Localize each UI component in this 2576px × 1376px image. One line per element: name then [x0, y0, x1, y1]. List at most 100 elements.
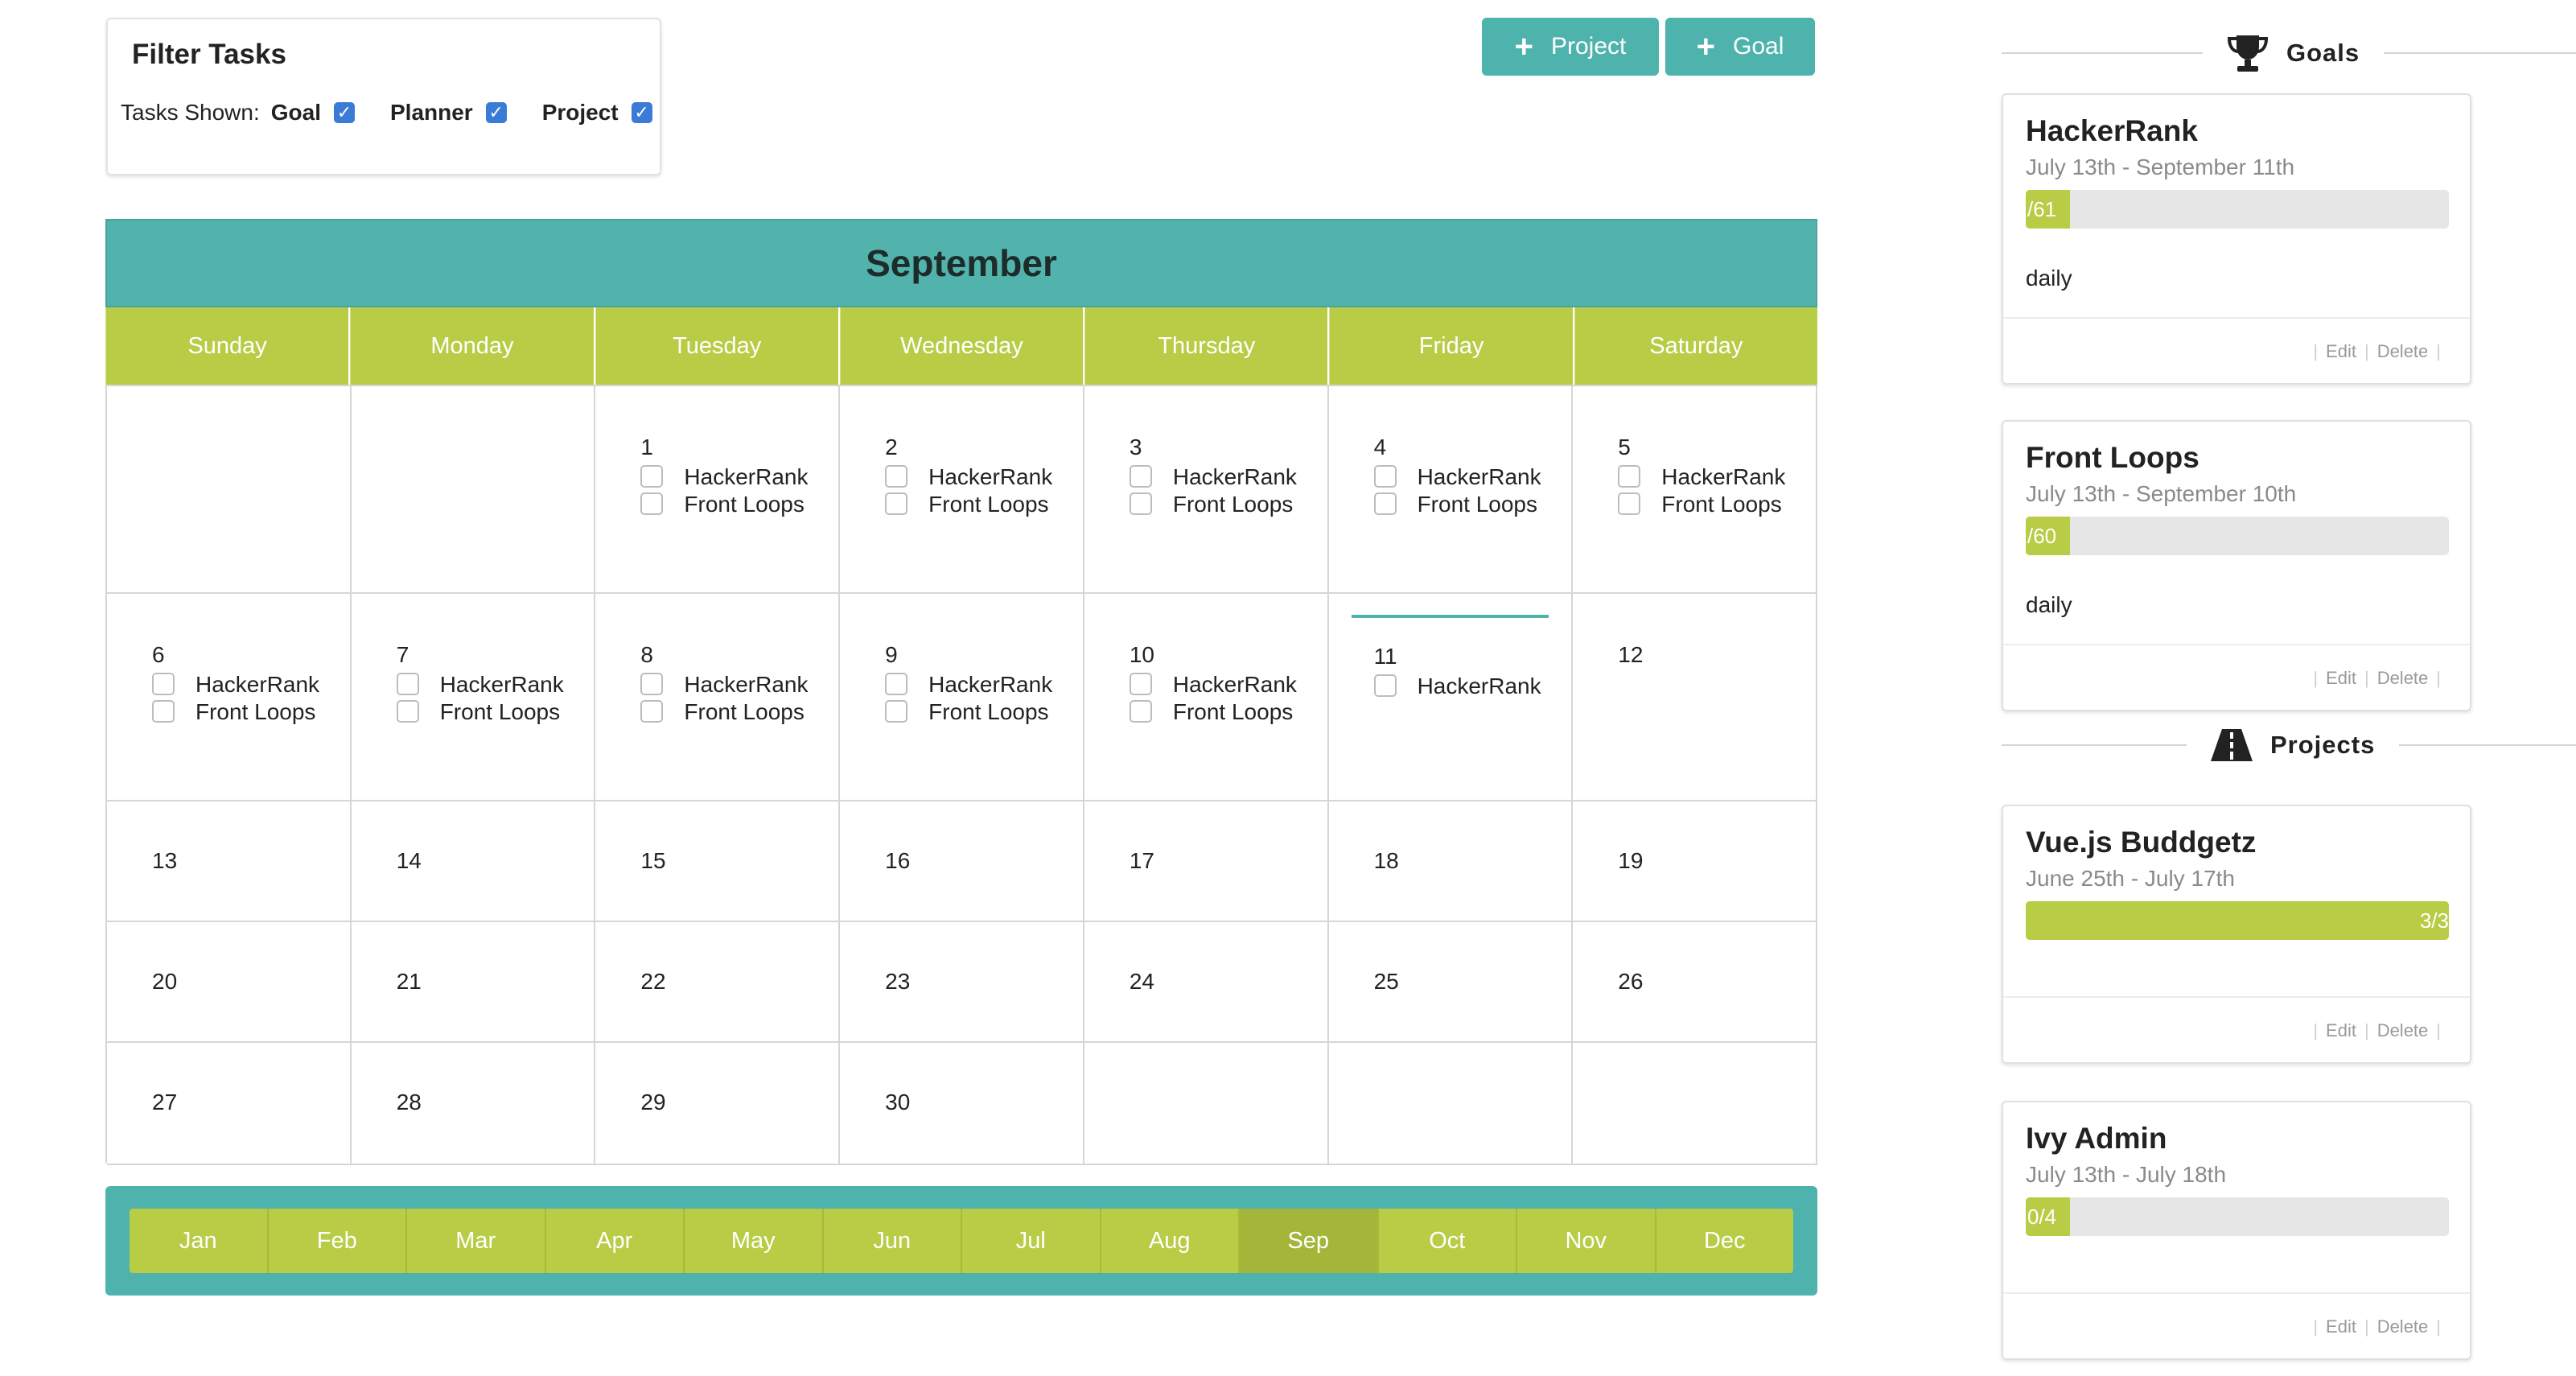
calendar-day-cell[interactable]: 20	[107, 922, 352, 1043]
calendar-day-cell[interactable]: 3 HackerRank Front Loops	[1084, 386, 1329, 594]
task-item[interactable]: HackerRank	[1373, 463, 1562, 491]
filter-goal-checkbox[interactable]: ✓	[333, 102, 355, 123]
task-item[interactable]: HackerRank	[1618, 463, 1806, 491]
calendar-day-cell[interactable]: 10 HackerRank Front Loops	[1084, 594, 1329, 801]
add-goal-button[interactable]: + Goal	[1665, 18, 1815, 76]
task-item[interactable]: Front Loops	[152, 698, 340, 726]
calendar-day-cell[interactable]: 15	[595, 801, 841, 922]
task-checkbox[interactable]	[640, 492, 664, 515]
calendar-day-cell[interactable]	[1328, 1043, 1574, 1165]
calendar-day-cell[interactable]: 28	[351, 1043, 596, 1165]
edit-button[interactable]: Edit	[2326, 668, 2356, 689]
task-checkbox[interactable]	[1129, 700, 1152, 723]
calendar-day-cell[interactable]: 11 HackerRank	[1328, 594, 1574, 801]
edit-button[interactable]: Edit	[2326, 1020, 2356, 1041]
month-button-jul[interactable]: Jul	[962, 1209, 1101, 1273]
task-item[interactable]: Front Loops	[396, 698, 585, 726]
month-button-jun[interactable]: Jun	[823, 1209, 962, 1273]
calendar-day-cell[interactable]: 9 HackerRank Front Loops	[840, 594, 1084, 801]
task-checkbox[interactable]	[885, 492, 908, 515]
task-item[interactable]: HackerRank	[1373, 673, 1562, 700]
task-checkbox[interactable]	[885, 465, 908, 488]
calendar-day-cell[interactable]: 23	[840, 922, 1084, 1043]
calendar-day-cell[interactable]	[1573, 1043, 1817, 1165]
task-checkbox[interactable]	[1373, 465, 1397, 488]
month-button-aug[interactable]: Aug	[1101, 1209, 1240, 1273]
task-checkbox[interactable]	[640, 673, 664, 695]
calendar-day-cell[interactable]: 14	[351, 801, 596, 922]
month-button-jan[interactable]: Jan	[130, 1209, 269, 1273]
calendar-day-cell[interactable]: 24	[1084, 922, 1329, 1043]
task-checkbox[interactable]	[1373, 674, 1397, 697]
month-button-apr[interactable]: Apr	[545, 1209, 685, 1273]
month-button-nov[interactable]: Nov	[1517, 1209, 1656, 1273]
task-item[interactable]: HackerRank	[1129, 671, 1318, 698]
calendar-day-cell[interactable]: 21	[351, 922, 596, 1043]
calendar-day-cell[interactable]: 16	[840, 801, 1084, 922]
calendar-day-cell[interactable]: 22	[595, 922, 841, 1043]
calendar-day-cell[interactable]: 27	[107, 1043, 352, 1165]
task-item[interactable]: Front Loops	[1618, 491, 1806, 518]
task-checkbox[interactable]	[152, 673, 175, 695]
task-item[interactable]: Front Loops	[640, 491, 829, 518]
task-checkbox[interactable]	[640, 700, 664, 723]
calendar-day-cell[interactable]: 7 HackerRank Front Loops	[351, 594, 596, 801]
delete-button[interactable]: Delete	[2377, 668, 2429, 689]
filter-planner-checkbox[interactable]: ✓	[485, 102, 507, 123]
task-checkbox[interactable]	[640, 465, 664, 488]
calendar-day-cell[interactable]: 1 HackerRank Front Loops	[595, 386, 841, 594]
task-checkbox[interactable]	[396, 673, 419, 695]
task-item[interactable]: HackerRank	[885, 463, 1073, 491]
task-checkbox[interactable]	[1618, 492, 1641, 515]
calendar-day-cell[interactable]: 18	[1328, 801, 1574, 922]
month-button-mar[interactable]: Mar	[407, 1209, 546, 1273]
task-item[interactable]: Front Loops	[1129, 491, 1318, 518]
calendar-day-cell[interactable]	[351, 386, 596, 594]
calendar-day-cell[interactable]: 4 HackerRank Front Loops	[1328, 386, 1574, 594]
task-checkbox[interactable]	[885, 673, 908, 695]
task-item[interactable]: Front Loops	[1373, 491, 1562, 518]
delete-button[interactable]: Delete	[2377, 1020, 2429, 1041]
task-checkbox[interactable]	[1373, 492, 1397, 515]
task-checkbox[interactable]	[1618, 465, 1641, 488]
task-item[interactable]: HackerRank	[152, 671, 340, 698]
calendar-day-cell[interactable]	[107, 386, 352, 594]
calendar-day-cell[interactable]: 26	[1573, 922, 1817, 1043]
calendar-day-cell[interactable]: 6 HackerRank Front Loops	[107, 594, 352, 801]
calendar-day-cell[interactable]: 13	[107, 801, 352, 922]
task-checkbox[interactable]	[885, 700, 908, 723]
task-checkbox[interactable]	[1129, 465, 1152, 488]
calendar-day-cell[interactable]: 29	[595, 1043, 841, 1165]
calendar-day-cell[interactable]: 2 HackerRank Front Loops	[840, 386, 1084, 594]
month-button-oct[interactable]: Oct	[1378, 1209, 1517, 1273]
delete-button[interactable]: Delete	[2377, 1316, 2429, 1337]
month-button-feb[interactable]: Feb	[268, 1209, 407, 1273]
month-button-may[interactable]: May	[685, 1209, 824, 1273]
edit-button[interactable]: Edit	[2326, 341, 2356, 362]
calendar-day-cell[interactable]	[1084, 1043, 1329, 1165]
task-item[interactable]: Front Loops	[1129, 698, 1318, 726]
task-checkbox[interactable]	[1129, 673, 1152, 695]
task-item[interactable]: Front Loops	[885, 698, 1073, 726]
task-checkbox[interactable]	[152, 700, 175, 723]
task-item[interactable]: HackerRank	[396, 671, 585, 698]
calendar-day-cell[interactable]: 8 HackerRank Front Loops	[595, 594, 841, 801]
month-button-sep[interactable]: Sep	[1240, 1209, 1379, 1273]
task-item[interactable]: Front Loops	[885, 491, 1073, 518]
task-item[interactable]: Front Loops	[640, 698, 829, 726]
task-item[interactable]: HackerRank	[640, 671, 829, 698]
task-item[interactable]: HackerRank	[640, 463, 829, 491]
calendar-day-cell[interactable]: 25	[1328, 922, 1574, 1043]
task-item[interactable]: HackerRank	[1129, 463, 1318, 491]
calendar-day-cell[interactable]: 17	[1084, 801, 1329, 922]
calendar-day-cell[interactable]: 19	[1573, 801, 1817, 922]
edit-button[interactable]: Edit	[2326, 1316, 2356, 1337]
filter-project-checkbox[interactable]: ✓	[631, 102, 652, 123]
calendar-day-cell[interactable]: 12	[1573, 594, 1817, 801]
task-checkbox[interactable]	[1129, 492, 1152, 515]
calendar-day-cell[interactable]: 5 HackerRank Front Loops	[1573, 386, 1817, 594]
add-project-button[interactable]: + Project	[1482, 18, 1659, 76]
task-checkbox[interactable]	[396, 700, 419, 723]
month-button-dec[interactable]: Dec	[1656, 1209, 1793, 1273]
delete-button[interactable]: Delete	[2377, 341, 2429, 362]
